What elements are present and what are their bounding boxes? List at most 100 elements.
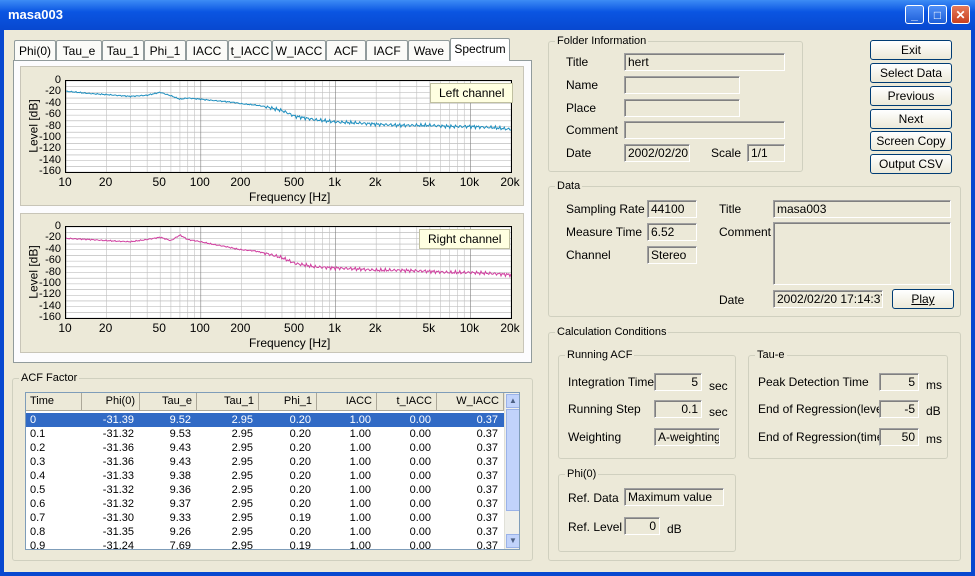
folder-title-field[interactable]: hert	[624, 53, 785, 71]
x-tick-label: 500	[284, 321, 305, 335]
table-cell: 0.37	[476, 484, 498, 496]
table-row[interactable]: 0.6 -31.32 9.37 2.95 0.20 1.00 0.00 0.37	[26, 497, 504, 511]
screen-copy-button[interactable]: Screen Copy	[870, 131, 952, 151]
tab-phi-1[interactable]: Phi_1	[144, 40, 186, 60]
table-cell: 7.69	[169, 540, 191, 550]
tab-spectrum[interactable]: Spectrum	[450, 38, 510, 61]
ref-data-field[interactable]: Maximum value	[624, 488, 724, 506]
tab-tau-e[interactable]: Tau_e	[56, 40, 102, 60]
x-tick-label: 100	[189, 321, 210, 335]
tab-acf[interactable]: ACF	[326, 40, 366, 60]
y-tick-label: 0	[54, 220, 61, 232]
column-header[interactable]: t_IACC	[377, 393, 437, 410]
scroll-down-icon[interactable]: ▼	[506, 534, 519, 548]
scroll-up-icon[interactable]: ▲	[506, 394, 519, 408]
maximize-icon[interactable]: □	[928, 5, 947, 24]
table-cell: 0.19	[289, 540, 311, 550]
table-cell: 2.95	[231, 512, 253, 524]
scale-field[interactable]: 1/1	[747, 144, 785, 162]
column-header[interactable]: Time	[26, 393, 82, 410]
table-cell: 0.7	[30, 512, 46, 524]
table-cell: 0.20	[289, 484, 311, 496]
folder-comment-field[interactable]	[624, 121, 785, 139]
measure-time-field[interactable]: 6.52	[647, 223, 697, 241]
column-header[interactable]: Tau_1	[197, 393, 259, 410]
tab-t-iacc[interactable]: t_IACC	[228, 40, 272, 60]
minimize-icon[interactable]: _	[905, 5, 924, 24]
close-icon[interactable]: ✕	[951, 5, 970, 24]
folder-place-field[interactable]	[624, 99, 740, 117]
column-header[interactable]: Phi(0)	[82, 393, 140, 410]
tab-wave[interactable]: Wave	[408, 40, 450, 60]
y-tick-label: -100	[39, 276, 62, 289]
scroll-thumb[interactable]	[506, 409, 519, 511]
table-row[interactable]: 0.1 -31.32 9.53 2.95 0.20 1.00 0.00 0.37	[26, 427, 504, 441]
data-comment-field[interactable]	[773, 222, 951, 285]
output-csv-button[interactable]: Output CSV	[870, 154, 952, 174]
running-step-field[interactable]: 0.1	[654, 400, 702, 418]
tab-iacf[interactable]: IACF	[366, 40, 408, 60]
y-tick-label: -80	[45, 119, 61, 132]
x-tick-label: 2k	[368, 175, 382, 189]
regression-time-field[interactable]: 50	[879, 428, 919, 446]
column-header[interactable]: IACC	[317, 393, 377, 410]
y-tick-label: -40	[45, 242, 61, 255]
table-row[interactable]: 0.4 -31.33 9.38 2.95 0.20 1.00 0.00 0.37	[26, 469, 504, 483]
list-scrollbar[interactable]: ▲ ▼	[504, 393, 519, 549]
tab-iacc[interactable]: IACC	[186, 40, 228, 60]
channel-field[interactable]: Stereo	[647, 246, 697, 264]
table-row[interactable]: 0 -31.39 9.52 2.95 0.20 1.00 0.00 0.37	[26, 413, 504, 427]
table-cell: 0.00	[409, 498, 431, 510]
table-cell: 0.37	[476, 540, 498, 550]
table-cell: 0.37	[476, 442, 498, 454]
table-cell: 0.37	[476, 414, 498, 426]
table-cell: 0.37	[476, 526, 498, 538]
data-group-title: Data	[555, 180, 583, 192]
folder-date-field[interactable]: 2002/02/20	[624, 144, 690, 162]
table-row[interactable]: 0.8 -31.35 9.26 2.95 0.20 1.00 0.00 0.37	[26, 525, 504, 539]
acf-factor-list[interactable]: Time Phi(0) Tau_e Tau_1 Phi_1 IACC t_IACC W_IAC…	[25, 392, 520, 550]
column-header[interactable]: W_IACC	[437, 393, 504, 410]
column-header[interactable]: Tau_e	[140, 393, 197, 410]
table-row[interactable]: 0.3 -31.36 9.43 2.95 0.20 1.00 0.00 0.37	[26, 455, 504, 469]
table-row[interactable]: 0.5 -31.32 9.36 2.95 0.20 1.00 0.00 0.37	[26, 483, 504, 497]
phi0-title: Phi(0)	[565, 468, 599, 480]
previous-button[interactable]: Previous	[870, 86, 952, 106]
channel-label: Channel	[566, 248, 611, 262]
sampling-rate-field[interactable]: 44100	[647, 200, 697, 218]
x-tick-label: 5k	[422, 321, 436, 335]
tab-w-iacc[interactable]: W_IACC	[272, 40, 326, 60]
phi0-group	[558, 474, 736, 552]
select-data-button[interactable]: Select Data	[870, 63, 952, 83]
data-title-field[interactable]: masa003	[773, 200, 951, 218]
table-cell: 0.20	[289, 456, 311, 468]
peak-detection-label: Peak Detection Time	[758, 375, 869, 389]
tab-phi-0-[interactable]: Phi(0)	[14, 40, 56, 60]
table-cell: 0.00	[409, 442, 431, 454]
exit-button[interactable]: Exit	[870, 40, 952, 60]
data-date-field[interactable]: 2002/02/20 17:14:37	[773, 290, 883, 308]
table-cell: 0.00	[409, 484, 431, 496]
data-comment-label: Comment	[719, 225, 772, 239]
table-row[interactable]: 0.7 -31.30 9.33 2.95 0.19 1.00 0.00 0.37	[26, 511, 504, 525]
next-button[interactable]: Next	[870, 109, 952, 129]
table-cell: 1.00	[349, 526, 371, 538]
column-header[interactable]: Phi_1	[259, 393, 317, 410]
measure-time-label: Measure Time	[566, 225, 643, 239]
weighting-field[interactable]: A-weighting	[654, 428, 720, 446]
play-button[interactable]: Play	[892, 289, 954, 309]
ref-level-field[interactable]: 0	[624, 517, 660, 535]
ref-level-label: Ref. Level	[568, 520, 623, 534]
table-row[interactable]: 0.2 -31.36 9.43 2.95 0.20 1.00 0.00 0.37	[26, 441, 504, 455]
tab-tau-1[interactable]: Tau_1	[102, 40, 144, 60]
peak-detection-field[interactable]: 5	[879, 373, 919, 391]
table-cell: 1.00	[349, 540, 371, 550]
x-tick-label: 50	[152, 321, 166, 335]
regression-level-field[interactable]: -5	[879, 400, 919, 418]
right-spectrum-chart: Right channel 0 -20 -40 -60 -80 -100 -120 -140-…	[20, 213, 524, 353]
integration-time-field[interactable]: 5	[654, 373, 702, 391]
table-cell: -31.30	[102, 512, 134, 524]
table-row[interactable]: 0.9 -31.24 7.69 2.95 0.19 1.00 0.00 0.37	[26, 539, 504, 550]
y-tick-label: -60	[45, 108, 61, 121]
folder-name-field[interactable]	[624, 76, 740, 94]
